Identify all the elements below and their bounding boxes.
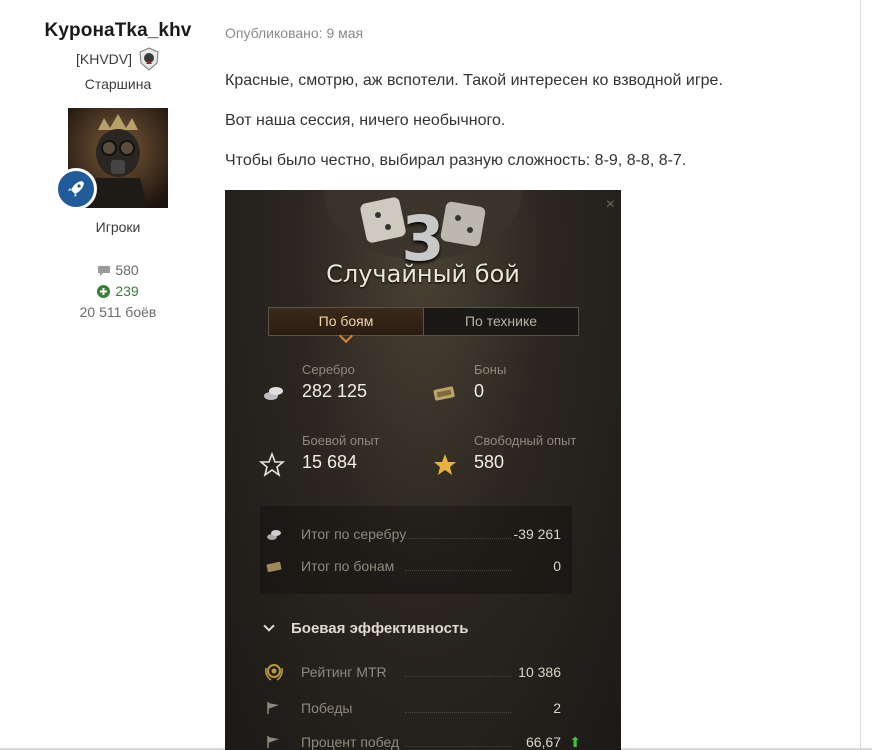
xp-cell: Боевой опыт 15 684 <box>302 433 379 473</box>
summary-row-bonds: Итог по бонам 0 <box>225 558 621 580</box>
silver-coins-icon <box>267 530 281 540</box>
summary-label: Итог по бонам <box>301 558 395 574</box>
tab-by-vehicles[interactable]: По технике <box>424 308 578 335</box>
leader-dots <box>405 676 511 677</box>
efficiency-label: Победы <box>301 700 353 716</box>
efficiency-row-winrate: Процент побед 66,67 ⬆ <box>225 734 621 750</box>
free-xp-cell: Свободный опыт 580 <box>474 433 576 473</box>
frame-border-right <box>860 0 861 750</box>
efficiency-label: Рейтинг MTR <box>301 664 387 680</box>
efficiency-row-wins: Победы 2 <box>225 700 621 722</box>
comment-icon <box>98 265 111 276</box>
leader-dots <box>405 712 511 713</box>
tab-by-battles[interactable]: По боям <box>269 308 424 335</box>
flag-icon <box>267 736 279 748</box>
summary-label: Итог по серебру <box>301 526 407 542</box>
game-screenshot[interactable]: × 3 Случайный бой По боям По технике Сер… <box>225 190 621 750</box>
laurel-rating-icon <box>265 664 283 681</box>
flag-icon <box>267 702 279 714</box>
reputation[interactable]: 239 <box>18 281 218 302</box>
efficiency-row-mtr: Рейтинг MTR 10 386 <box>225 664 621 686</box>
post-paragraph: Вот наша сессия, ничего необычного. <box>225 112 506 129</box>
rocket-icon <box>68 181 84 197</box>
battle-count: 20 511 боёв <box>79 304 157 320</box>
free-xp-label: Свободный опыт <box>474 433 577 448</box>
summary-panel <box>260 506 572 594</box>
bonds-icon <box>433 386 455 401</box>
results-tabs: По боям По технике <box>268 307 579 336</box>
post-date[interactable]: Опубликовано: 9 мая <box>225 25 363 41</box>
efficiency-value: 10 386 <box>518 664 561 680</box>
summary-row-silver: Итог по серебру -39 261 <box>225 526 621 548</box>
battle-type-title: Случайный бой <box>326 260 520 288</box>
xp-label: Боевой опыт <box>302 433 380 448</box>
gold-star-icon <box>434 454 456 475</box>
author-name[interactable]: KypoнaTka_khv <box>18 20 218 42</box>
post-count[interactable]: 580 <box>18 260 218 281</box>
silver-cell: Серебро 282 125 <box>302 362 367 402</box>
silver-coins-icon <box>264 387 283 400</box>
bonds-cell: Боны 0 <box>474 362 506 402</box>
post-paragraph: Чтобы было честно, выбирал разную сложно… <box>225 152 687 169</box>
efficiency-section-toggle[interactable]: Боевая эффективность <box>263 620 469 637</box>
clan-row: [KHVDV] <box>18 47 218 71</box>
post-paragraph: Красные, смотрю, аж вспотели. Такой инте… <box>225 72 723 89</box>
avatar-wrapper <box>55 108 168 210</box>
chevron-down-icon <box>263 620 275 632</box>
up-arrow-icon: ⬆ <box>569 734 581 750</box>
author-group: Игроки <box>95 219 141 235</box>
author-rank: Старшина <box>84 76 152 92</box>
post-count-value: 580 <box>115 262 139 278</box>
bonds-label: Боны <box>474 362 507 377</box>
section-title: Боевая эффективность <box>291 620 469 637</box>
group-badge <box>55 168 97 210</box>
silver-value: 282 125 <box>302 381 368 401</box>
star-outline-icon <box>259 452 285 477</box>
xp-value: 15 684 <box>302 452 358 472</box>
clan-tag[interactable]: [KHVDV] <box>76 51 132 67</box>
author-panel: KypoнaTka_khv [KHVDV] Старшина Игроки 58… <box>18 20 218 323</box>
free-xp-value: 580 <box>474 452 505 472</box>
plus-circle-icon <box>97 285 111 298</box>
bonds-value: 0 <box>474 381 485 401</box>
efficiency-label: Процент побед <box>301 734 400 750</box>
bonds-icon <box>266 561 282 573</box>
summary-value: 0 <box>553 558 561 574</box>
silver-label: Серебро <box>302 362 355 377</box>
leader-dots <box>405 570 511 571</box>
efficiency-value: 2 <box>553 700 561 716</box>
clan-emblem-icon[interactable] <box>138 47 160 71</box>
efficiency-value: 66,67 <box>525 734 561 750</box>
author-stats: 580 239 20 511 боёв <box>18 260 218 323</box>
leader-dots <box>405 538 511 539</box>
leader-dots <box>405 746 511 747</box>
reputation-value: 239 <box>115 283 139 299</box>
summary-value: -39 261 <box>513 526 561 542</box>
